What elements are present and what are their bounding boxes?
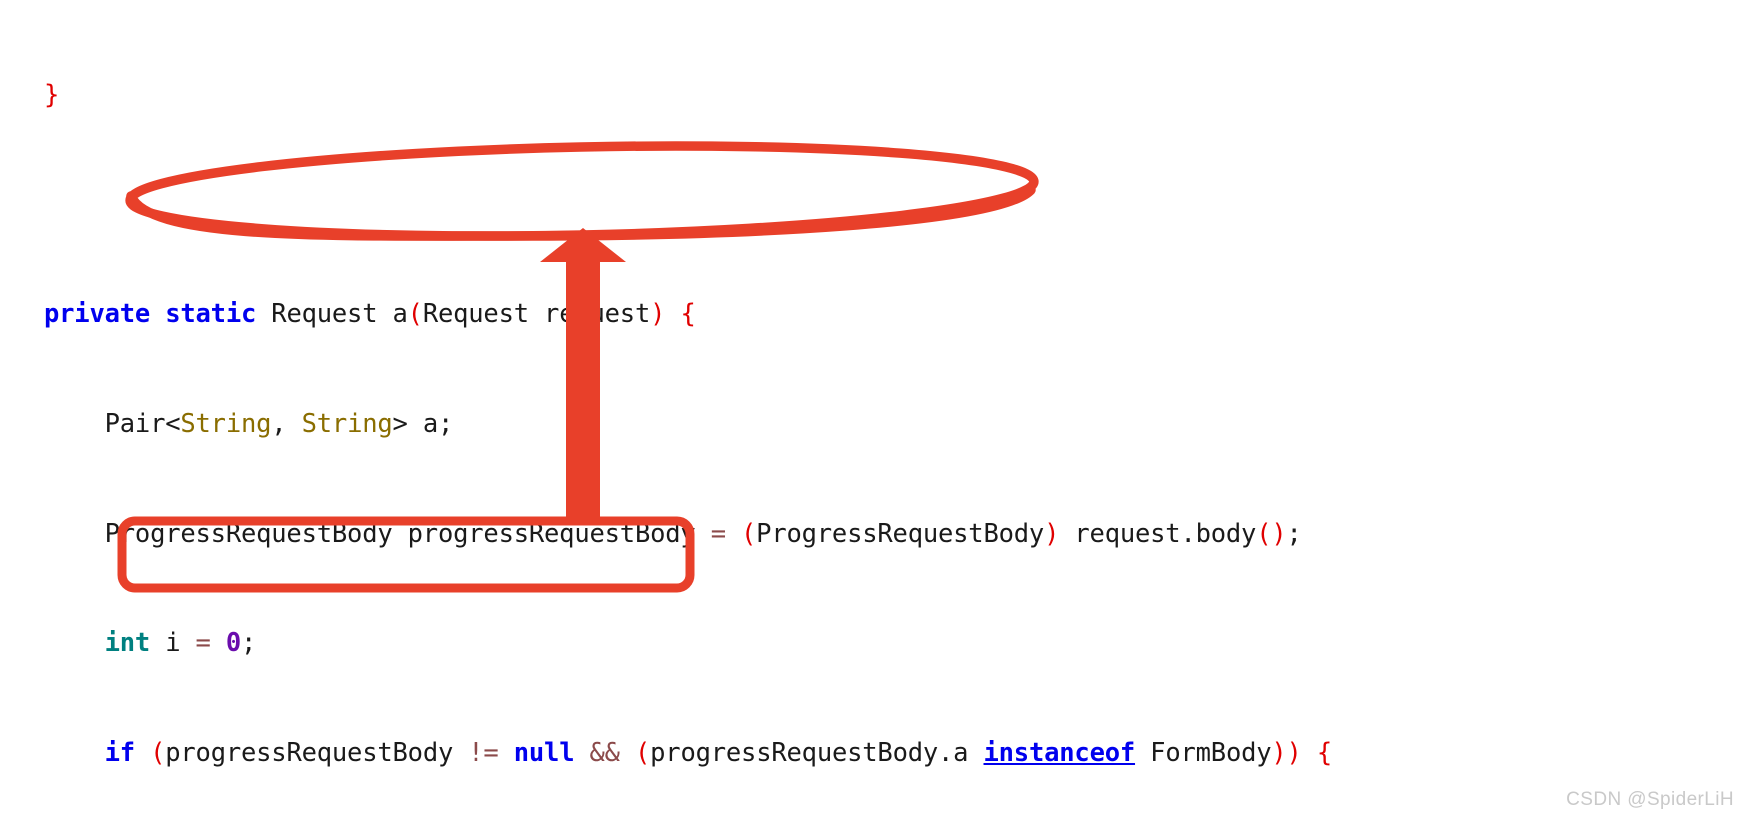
watermark: CSDN @SpiderLiH bbox=[1566, 789, 1734, 810]
code-line: Pair<String, String> a; bbox=[104, 409, 454, 440]
screenshot-root: } private static Request a(Request reque… bbox=[0, 0, 1748, 834]
code-line: ProgressRequestBody progressRequestBody … bbox=[104, 518, 1302, 549]
code-line: private static Request a(Request request… bbox=[44, 299, 696, 330]
code-line: int i = 0; bbox=[104, 628, 257, 659]
code-line: } bbox=[44, 80, 60, 111]
code-line: if (progressRequestBody != null && (prog… bbox=[104, 737, 1333, 768]
code-editor-content[interactable]: } private static Request a(Request reque… bbox=[0, 0, 1748, 834]
